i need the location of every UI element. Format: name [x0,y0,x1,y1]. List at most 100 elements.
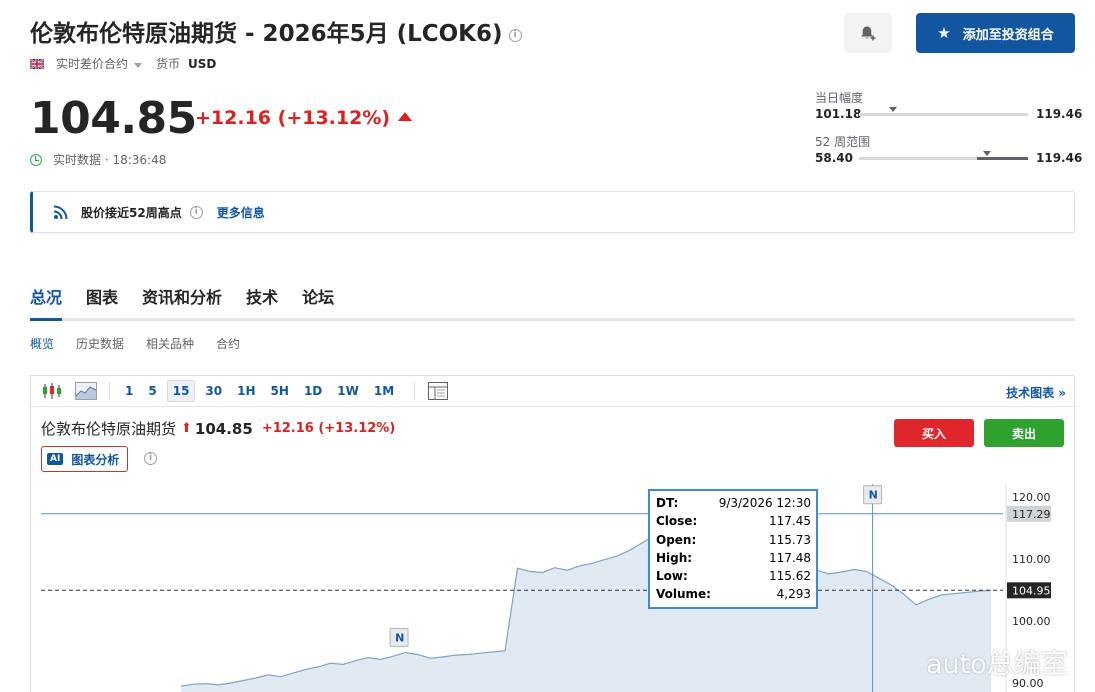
day-range-low: 101.18 [815,107,862,121]
week52-range-track [859,151,1028,160]
area-chart-button[interactable] [73,380,99,402]
tooltip-value: 9/3/2026 12:30 [718,496,811,510]
chart-toolbar: 1 5 15 30 1H 5H 1D 1W 1M 技术图表 » [31,376,1074,407]
more-info-link[interactable]: 更多信息 [217,204,265,221]
subtab-related-instruments[interactable]: 相关品种 [146,335,194,352]
tab-news-analysis[interactable]: 资讯和分析 [142,284,222,320]
add-to-portfolio-button[interactable]: ★ 添加至投资组合 [916,13,1075,53]
last-price-axis-label: 104.95 [1012,584,1051,597]
page-title: 伦敦布伦特原油期货 - 2026年5月 (LCOK6) i [30,14,522,48]
candlestick-icon [43,383,61,399]
realtime-status: 实时数据 · 18:36:48 [30,151,166,168]
uk-flag-icon [30,58,44,69]
day-range-label: 当日幅度 [815,91,864,105]
interval-1m[interactable]: 1M [369,381,399,401]
interval-15[interactable]: 15 [166,380,196,402]
sub-tabs: 概览 历史数据 相关品种 合约 [30,335,262,352]
area-chart-icon [75,382,97,400]
chart-panel: 120.00 110.00 100.00 90.00 117.29 104.95 N N 1 … [30,375,1075,692]
info-icon[interactable]: i [508,29,522,42]
chart-price: 104.85 [194,419,253,438]
ai-label: 图表分析 [71,452,120,467]
tabs-divider [30,318,1075,321]
week52-range-low: 58.40 [815,151,853,165]
news-marker-icon: N [395,631,404,644]
week52-range-fill [977,157,1028,160]
alert-banner: 股价接近52周高点 i 更多信息 [30,191,1075,233]
chart-settings-button[interactable] [425,380,451,402]
tooltip-row: Close: 117.45 [656,514,811,532]
star-icon: ★ [937,24,951,42]
instrument-subinfo: 实时差价合约 货币 USD [30,55,216,72]
tab-forum[interactable]: 论坛 [302,284,334,320]
y-tick-label: 100.00 [1012,615,1051,628]
tooltip-key: High: [656,550,693,565]
tooltip-row: Volume: 4,293 [656,587,811,605]
week52-range-label: 52 周范围 [815,135,871,149]
candlestick-chart-button[interactable] [39,380,65,402]
tooltip-row: High: 117.48 [656,551,811,569]
tooltip-value: 117.48 [769,550,811,565]
info-icon[interactable]: i [189,205,203,219]
chart-change: +12.16 (+13.12%) [261,421,396,436]
interval-5[interactable]: 5 [143,381,161,401]
tooltip-value: 117.45 [769,514,811,529]
contract-type-dropdown[interactable]: 实时差价合约 [56,55,156,72]
interval-1w[interactable]: 1W [332,381,364,401]
tooltip-row: DT: 9/3/2026 12:30 [656,496,811,514]
chart-instrument-name: 伦敦布伦特原油期货 [41,420,177,438]
watermark: auto总编室 [926,649,1068,680]
day-range-marker [888,107,897,112]
tooltip-value: 115.73 [769,532,811,547]
tooltip-row: Open: 115.73 [656,533,811,551]
tooltip-value: 115.62 [769,569,811,584]
last-price: 104.85 [30,93,197,144]
tooltip-key: Low: [656,569,688,584]
rss-icon [53,205,68,220]
subtab-historical-data[interactable]: 历史数据 [76,335,124,352]
sell-button[interactable]: 卖出 [984,419,1064,447]
tab-technical[interactable]: 技术 [246,284,278,320]
interval-5h[interactable]: 5H [266,381,294,401]
interval-1d[interactable]: 1D [299,381,327,401]
alert-text: 股价接近52周高点 [81,205,182,220]
price-area-fill [181,512,991,692]
chart-header: 伦敦布伦特原油期货 ⬆ 104.85 +12.16 (+13.12%) [41,418,395,439]
currency-value: USD [188,56,217,71]
tab-chart[interactable]: 图表 [86,284,118,320]
technical-chart-link[interactable]: 技术图表 » [1006,384,1066,401]
crosshair-price-label: 117.29 [1012,508,1051,521]
day-range-track [859,107,1028,116]
contract-type-label: 实时差价合约 [56,57,129,71]
news-marker-icon: N [869,489,878,502]
week52-range-high: 119.46 [1036,151,1083,165]
buy-button[interactable]: 买入 [894,419,974,447]
ohlc-tooltip: DT: 9/3/2026 12:30 Close: 117.45 Open: 115.… [648,489,818,609]
interval-30[interactable]: 30 [200,381,227,401]
price-change-text: +12.16 (+13.12%) [195,107,391,129]
interval-1[interactable]: 1 [120,381,138,401]
title-text: 伦敦布伦特原油期货 - 2026年5月 (LCOK6) [30,21,503,47]
up-arrow-icon: ⬆ [181,421,192,436]
y-tick-label: 120.00 [1012,491,1051,504]
bell-plus-icon [861,26,876,41]
chevron-down-icon [134,63,143,68]
week52-range-marker [983,151,992,156]
subtab-contracts[interactable]: 合约 [216,335,240,352]
realtime-status-text: 实时数据 · 18:36:48 [53,153,167,167]
add-portfolio-label: 添加至投资组合 [962,27,1054,43]
ai-chart-analysis-button[interactable]: AI 图表分析 [41,446,129,472]
info-icon[interactable]: i [144,452,157,465]
table-layout-icon [428,382,449,400]
subtab-summary[interactable]: 概览 [30,335,54,352]
tab-overview[interactable]: 总况 [30,284,62,320]
add-alert-button[interactable] [844,13,892,53]
day-range-high: 119.46 [1036,107,1083,121]
tooltip-key: Open: [656,532,697,547]
price-change: +12.16 (+13.12%) [195,107,413,129]
clock-icon [30,153,42,166]
currency-label: 货币 [156,57,181,71]
interval-1h[interactable]: 1H [232,381,260,401]
tooltip-key: Close: [656,514,698,529]
toolbar-separator [414,382,416,400]
